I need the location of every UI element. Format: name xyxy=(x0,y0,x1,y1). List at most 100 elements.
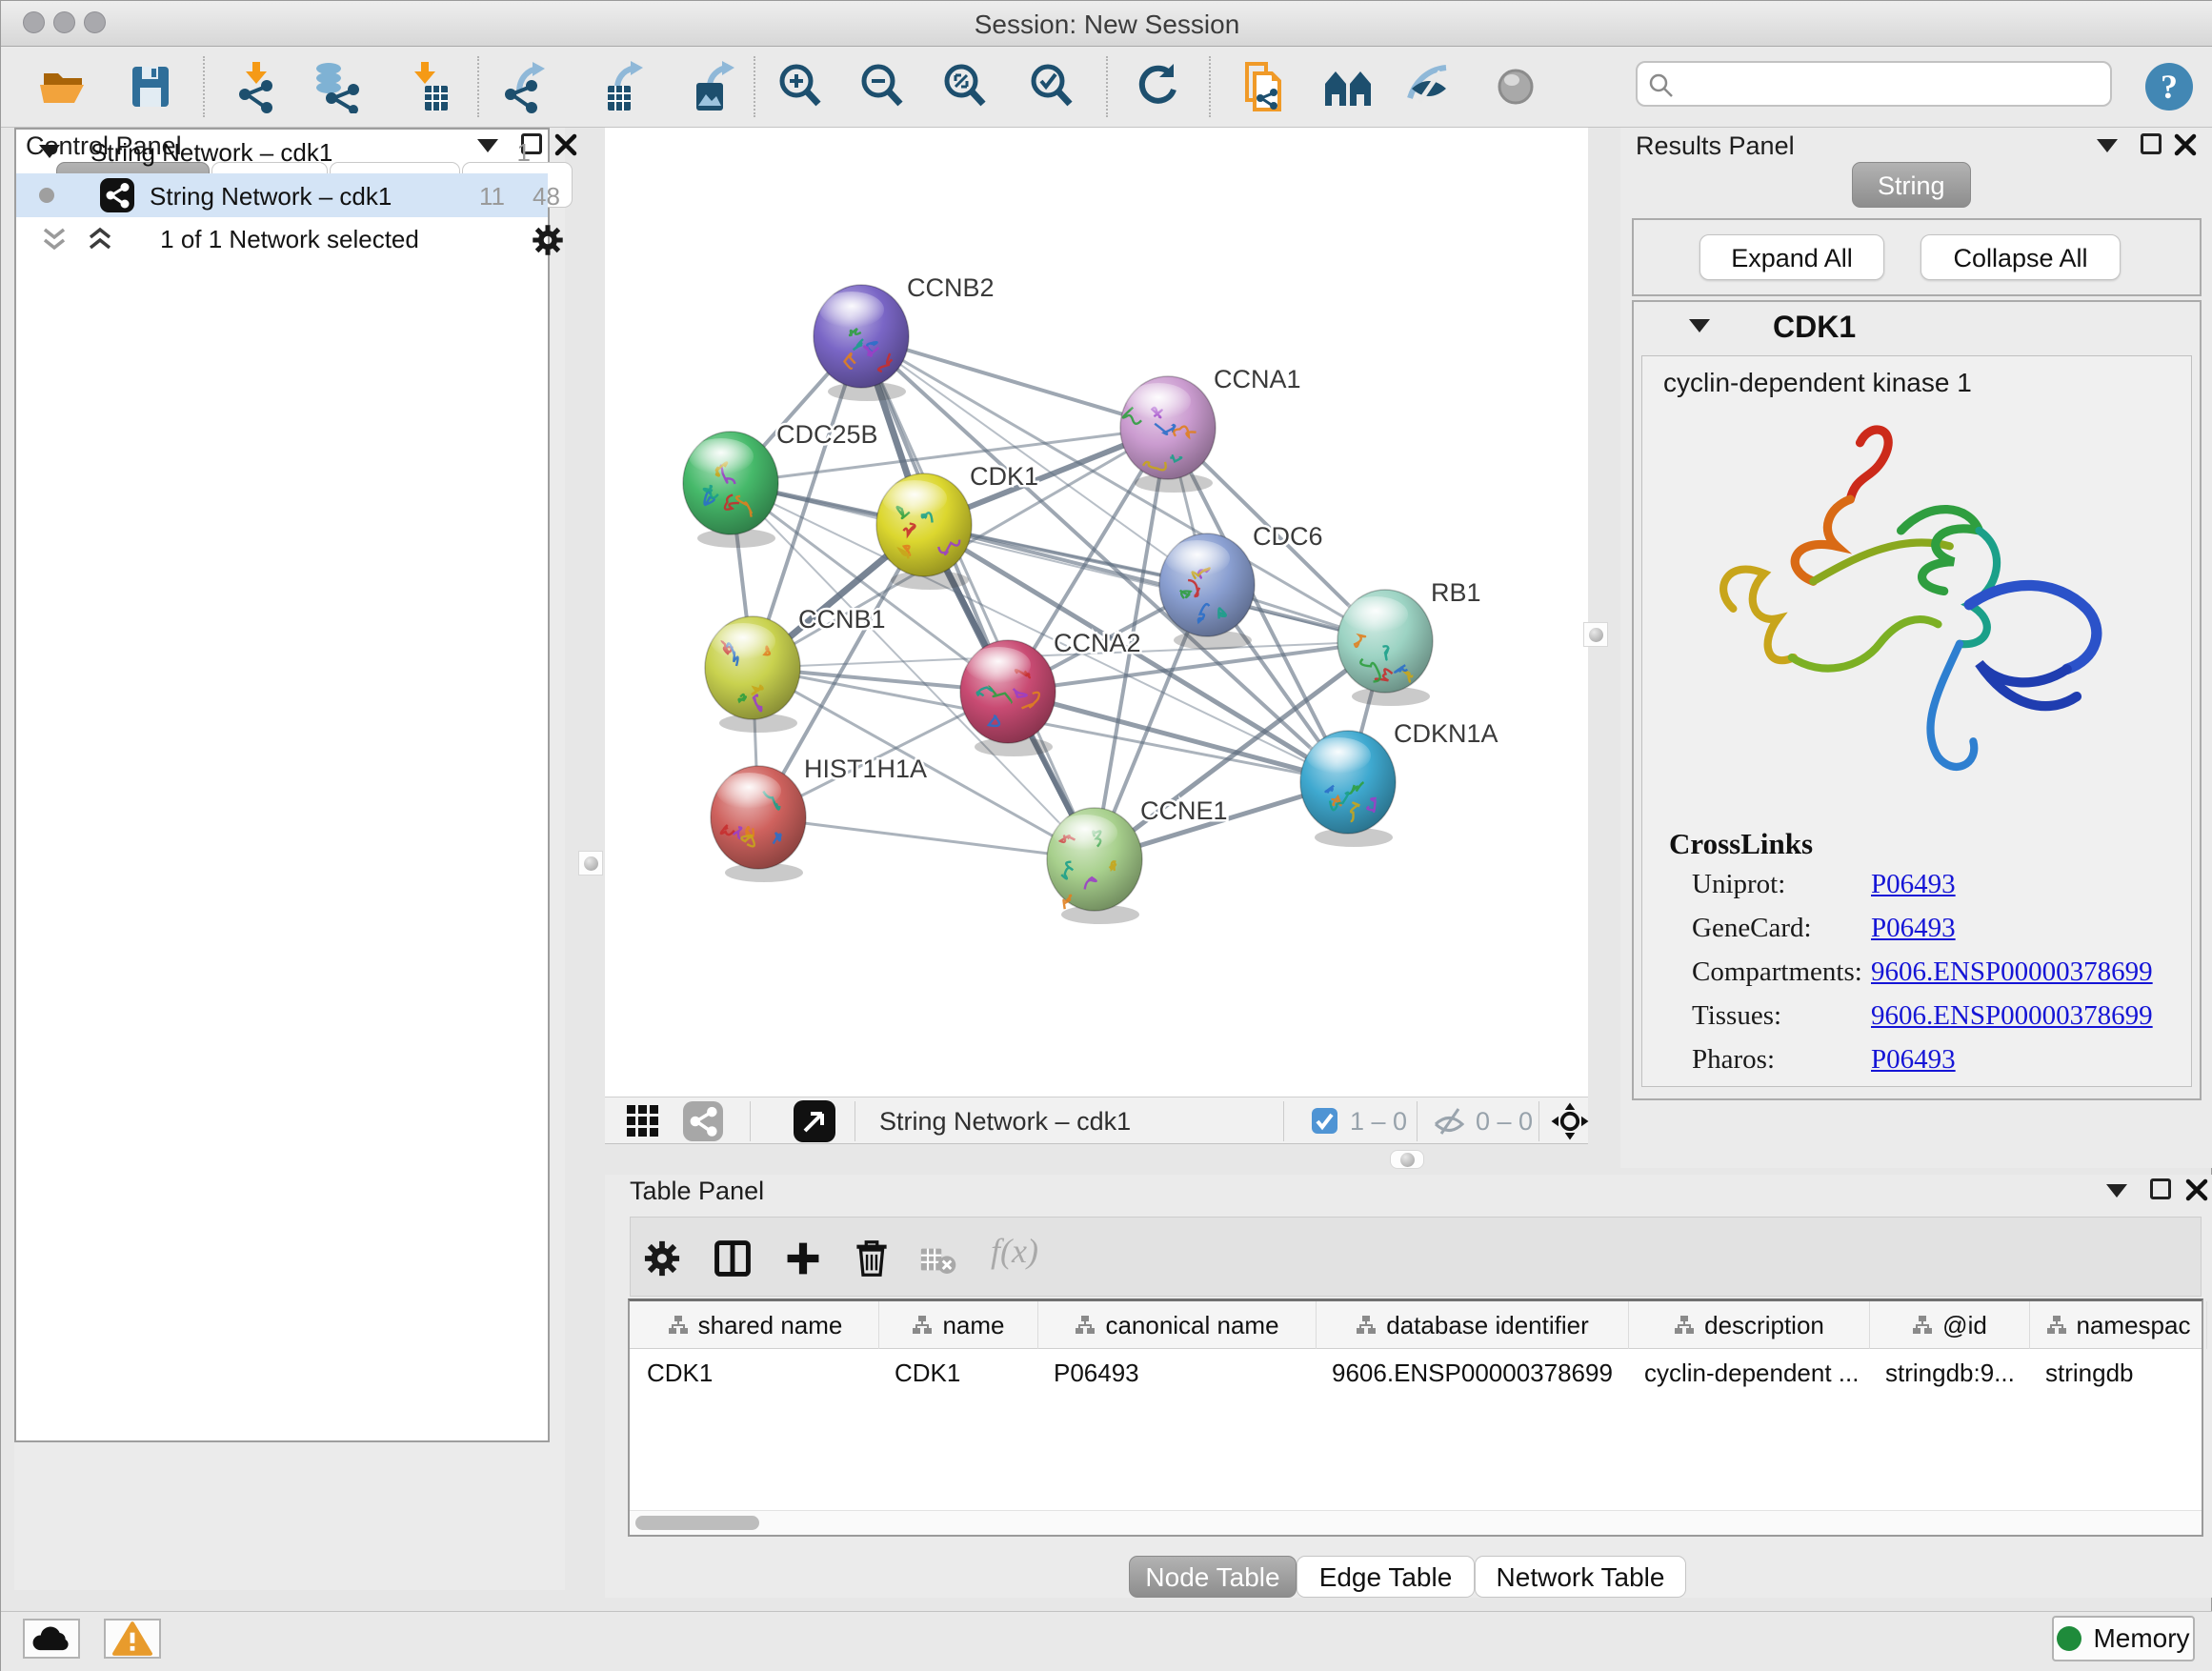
titlebar: Session: New Session xyxy=(1,1,2212,47)
column-header-name[interactable]: name xyxy=(879,1301,1038,1349)
column-header-namespac[interactable]: namespac xyxy=(2030,1301,2207,1349)
node-label-CCNA2: CCNA2 xyxy=(1054,629,1141,657)
panel-menu-caret-icon[interactable] xyxy=(2106,1184,2127,1198)
birdseye-icon[interactable] xyxy=(794,1100,835,1142)
import-network-file-icon[interactable] xyxy=(231,60,285,113)
selected-checkbox-icon[interactable] xyxy=(1312,1108,1337,1134)
trash-icon[interactable] xyxy=(850,1237,894,1280)
export-image-icon[interactable] xyxy=(689,60,742,113)
zoom-selected-icon[interactable] xyxy=(1026,60,1079,113)
share-view-icon[interactable] xyxy=(683,1101,723,1141)
export-network-icon[interactable] xyxy=(500,60,553,113)
gear-icon[interactable] xyxy=(640,1237,684,1280)
column-label: namespac xyxy=(2077,1311,2191,1340)
node-label-CDC6: CDC6 xyxy=(1253,522,1323,551)
show-hide-icon[interactable] xyxy=(1402,60,1456,113)
bottom-splitter-handle[interactable] xyxy=(1390,1150,1424,1169)
refresh-icon[interactable] xyxy=(1130,60,1183,113)
tab-node-table[interactable]: Node Table xyxy=(1129,1556,1297,1598)
scrollbar-thumb[interactable] xyxy=(635,1516,759,1530)
entry-collapse-caret-icon[interactable] xyxy=(1689,319,1710,332)
table-cell[interactable]: 9606.ENSP00000378699 xyxy=(1317,1349,1629,1397)
graph-node-RB1[interactable]: RB1 xyxy=(1337,578,1481,706)
toolbar-separator xyxy=(1106,56,1108,117)
crosslink-link[interactable]: P06493 xyxy=(1871,869,1956,900)
tree-expander-icon[interactable] xyxy=(39,145,60,158)
horizontal-scrollbar xyxy=(630,1510,2202,1535)
crosslink-link[interactable]: P06493 xyxy=(1871,1044,1956,1076)
network-canvas[interactable]: CCNB2 CCNA1 CDC25B CDK1 CDC6 RB1 CCNB1 CCNA2 CDK… xyxy=(605,128,1588,1097)
grid-view-icon[interactable] xyxy=(626,1104,660,1138)
table-cell[interactable]: cyclin-dependent ... xyxy=(1629,1349,1870,1397)
zoom-in-icon[interactable] xyxy=(774,60,828,113)
protein-structure-image xyxy=(1671,413,2166,814)
panel-menu-caret-icon[interactable] xyxy=(2097,139,2118,152)
column-header-description[interactable]: description xyxy=(1629,1301,1870,1349)
gear-icon[interactable] xyxy=(529,221,567,259)
import-table-icon[interactable] xyxy=(400,60,453,113)
zoom-fit-icon[interactable] xyxy=(939,60,993,113)
table-cell[interactable]: stringdb:9... xyxy=(1870,1349,2030,1397)
tab-network-table[interactable]: Network Table xyxy=(1475,1556,1686,1598)
table-cell[interactable]: CDK1 xyxy=(879,1349,1038,1397)
network-tree: String Network – cdk1 1 String Network –… xyxy=(14,128,550,1442)
network-collection-row[interactable]: String Network – cdk1 1 xyxy=(16,130,548,173)
warnings-button[interactable] xyxy=(104,1619,161,1659)
table-cell[interactable]: stringdb xyxy=(2030,1349,2207,1397)
panel-close-icon[interactable] xyxy=(553,132,578,157)
graph-node-CDKN1A[interactable]: CDKN1A xyxy=(1300,719,1498,847)
network-row[interactable]: String Network – cdk1 11 48 xyxy=(16,173,548,217)
move-target-icon[interactable] xyxy=(1550,1101,1590,1141)
memory-button[interactable]: Memory xyxy=(2052,1616,2195,1661)
column-header-database-identifier[interactable]: database identifier xyxy=(1317,1301,1629,1349)
hidden-eye-icon[interactable] xyxy=(1432,1105,1466,1137)
column-header-canonical-name[interactable]: canonical name xyxy=(1038,1301,1317,1349)
panel-float-icon[interactable] xyxy=(2141,133,2162,154)
crosslink-label: GeneCard: xyxy=(1692,913,1812,944)
column-header-shared-name[interactable]: shared name xyxy=(632,1301,879,1349)
search-input[interactable] xyxy=(1683,65,2102,103)
eye-icon[interactable] xyxy=(1489,60,1542,113)
columns-icon[interactable] xyxy=(711,1237,754,1280)
help-icon[interactable]: ? xyxy=(2142,60,2196,113)
graph-node-CCNB1[interactable]: CCNB1 xyxy=(705,605,886,733)
add-column-icon[interactable] xyxy=(781,1237,825,1280)
crosslink-label: Pharos: xyxy=(1692,1044,1775,1076)
table-toolbar: f(x) xyxy=(630,1217,2202,1297)
collapse-all-button[interactable]: Collapse All xyxy=(1920,234,2121,280)
column-label: shared name xyxy=(698,1311,843,1340)
graph-edge-CCNE1-HIST1H1A[interactable] xyxy=(758,817,1095,859)
crosslink-link[interactable]: 9606.ENSP00000378699 xyxy=(1871,956,2153,988)
right-splitter-handle[interactable] xyxy=(1583,622,1608,647)
import-network-database-icon[interactable] xyxy=(312,60,366,113)
column-header-@id[interactable]: @id xyxy=(1870,1301,2030,1349)
first-neighbors-icon[interactable] xyxy=(1321,60,1375,113)
node-label-CDK1: CDK1 xyxy=(970,462,1038,491)
panel-close-icon[interactable] xyxy=(2184,1178,2209,1202)
graph-node-CCNB2[interactable]: CCNB2 xyxy=(814,273,995,401)
panel-float-icon[interactable] xyxy=(2150,1178,2171,1199)
left-splitter-handle[interactable] xyxy=(578,851,603,876)
graph-node-CDC25B[interactable]: CDC25B xyxy=(683,420,878,548)
crosslink-link[interactable]: P06493 xyxy=(1871,913,1956,944)
panel-close-icon[interactable] xyxy=(2173,132,2198,157)
graph-node-HIST1H1A[interactable]: HIST1H1A xyxy=(711,755,927,882)
cloud-button[interactable] xyxy=(23,1619,80,1659)
save-session-icon[interactable] xyxy=(124,60,177,113)
table-cell[interactable]: CDK1 xyxy=(632,1349,879,1397)
network-view-title: String Network – cdk1 xyxy=(879,1107,1131,1137)
node-label-CCNB2: CCNB2 xyxy=(907,273,995,302)
open-session-icon[interactable] xyxy=(37,60,90,113)
expand-all-button[interactable]: Expand All xyxy=(1699,234,1884,280)
delete-table-icon[interactable] xyxy=(918,1240,956,1278)
tab-edge-table[interactable]: Edge Table xyxy=(1297,1556,1475,1598)
tab-string[interactable]: String xyxy=(1852,162,1971,208)
results-entry-box: CDK1 cyclin-dependent kinase 1 xyxy=(1632,300,2202,1100)
string-document-icon[interactable] xyxy=(1239,60,1293,113)
zoom-out-icon[interactable] xyxy=(856,60,910,113)
graph-node-CCNE1[interactable]: CCNE1 xyxy=(1047,796,1228,924)
table-cell[interactable]: P06493 xyxy=(1038,1349,1317,1397)
crosslink-link[interactable]: 9606.ENSP00000378699 xyxy=(1871,1000,2153,1032)
export-table-icon[interactable] xyxy=(598,60,652,113)
graph-node-CCNA1[interactable]: CCNA1 xyxy=(1120,365,1301,493)
